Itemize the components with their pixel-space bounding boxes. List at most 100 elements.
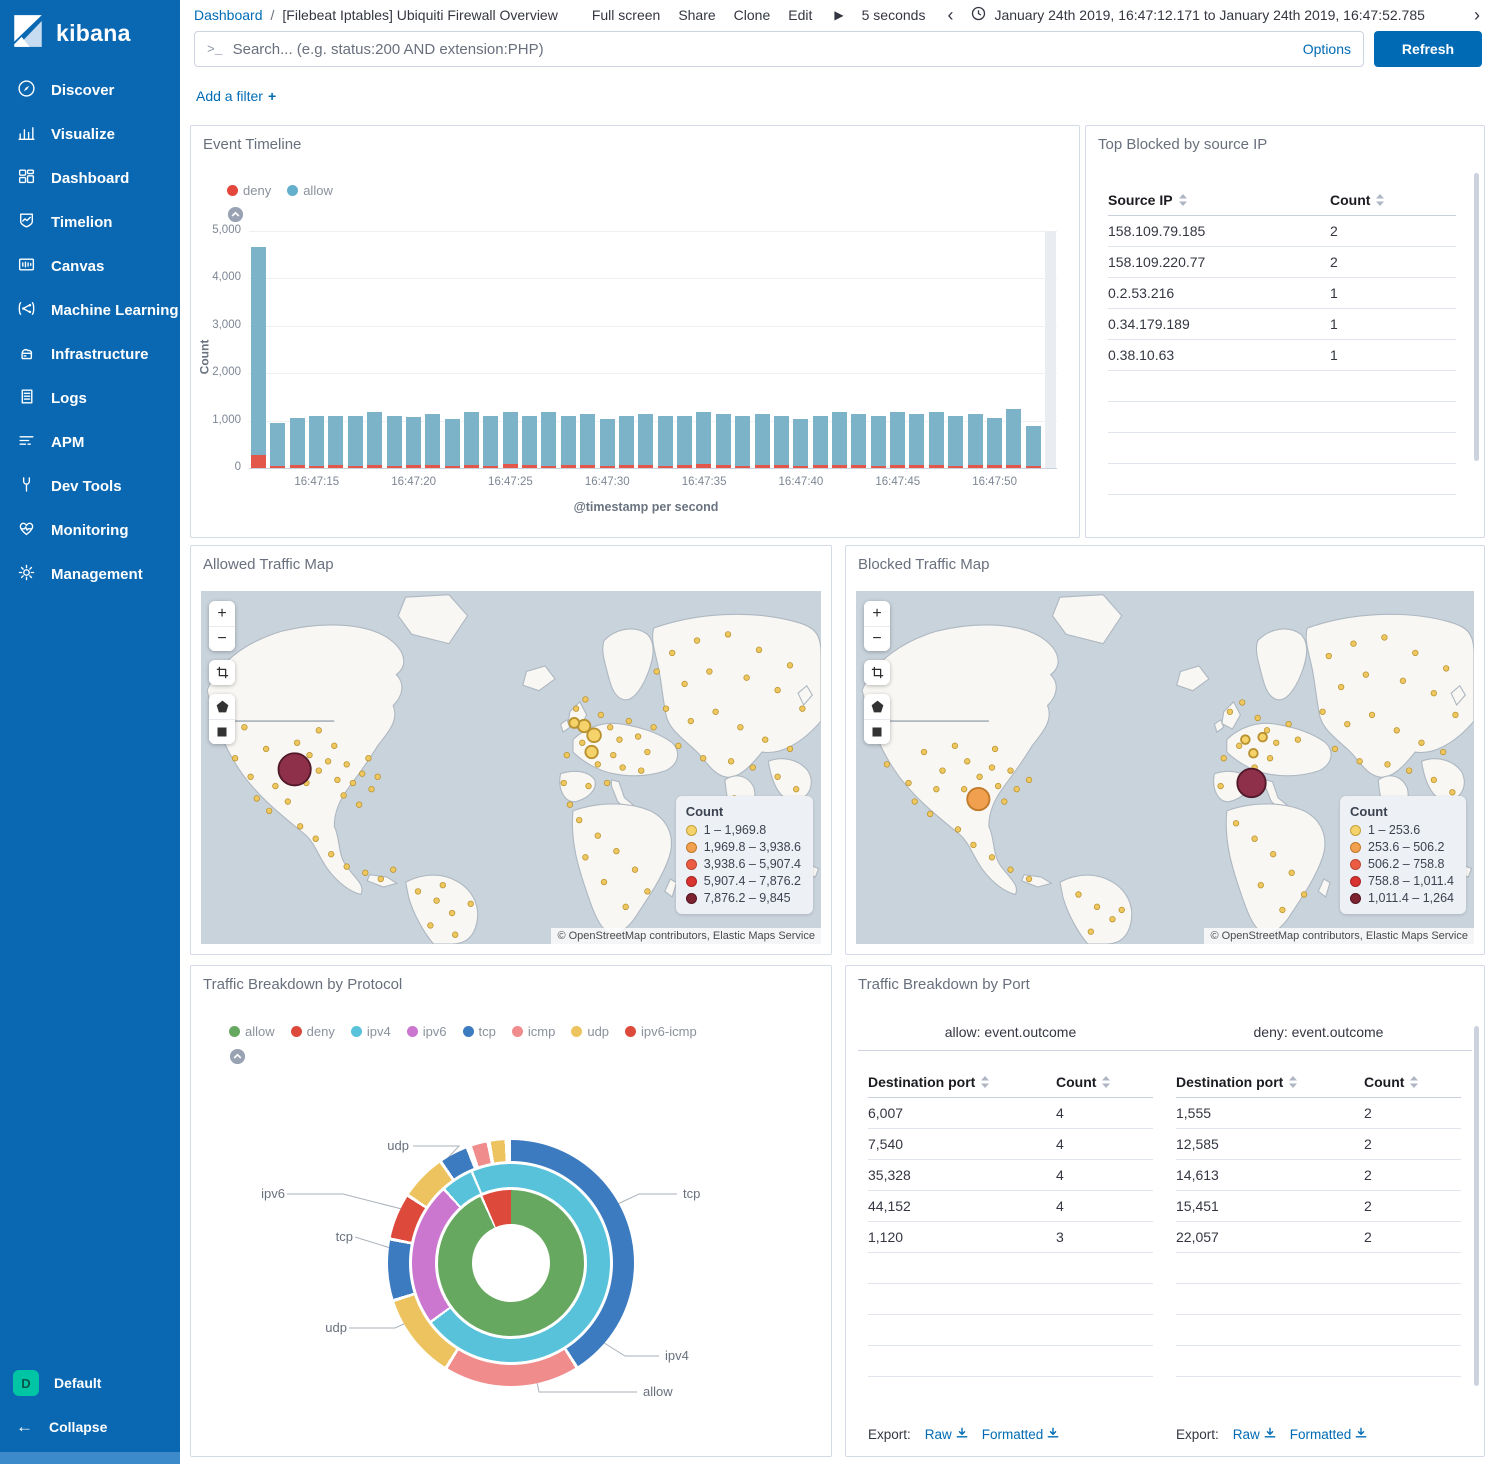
- bar-deny[interactable]: [987, 465, 1002, 468]
- zoom-in-button[interactable]: +: [864, 601, 890, 626]
- collapse-button[interactable]: ← Collapse: [0, 1406, 180, 1448]
- bar-allow[interactable]: [948, 416, 963, 465]
- bar-deny[interactable]: [348, 466, 363, 468]
- bar-allow[interactable]: [425, 414, 440, 465]
- bar-deny[interactable]: [658, 466, 673, 468]
- bar-allow[interactable]: [328, 416, 343, 465]
- search-input[interactable]: [233, 41, 1293, 58]
- space-switcher-default[interactable]: D Default: [0, 1360, 180, 1406]
- legend-toggle-icon[interactable]: [227, 206, 244, 223]
- bar-deny[interactable]: [909, 465, 924, 468]
- bar-allow[interactable]: [716, 414, 731, 465]
- sidebar-item-management[interactable]: Management: [0, 552, 180, 596]
- bar-allow[interactable]: [968, 414, 983, 465]
- bar-allow[interactable]: [445, 419, 460, 466]
- refresh-button[interactable]: Refresh: [1374, 31, 1482, 67]
- bar-allow[interactable]: [871, 416, 886, 465]
- time-forward-icon[interactable]: ›: [1474, 6, 1480, 24]
- bar-allow[interactable]: [658, 416, 673, 465]
- legend-item-deny[interactable]: deny: [227, 183, 271, 198]
- bar-deny[interactable]: [929, 465, 944, 468]
- bar-allow[interactable]: [600, 419, 615, 466]
- bar-allow[interactable]: [890, 412, 905, 466]
- fit-bounds-icon[interactable]: [864, 660, 890, 685]
- bar-deny[interactable]: [367, 465, 382, 468]
- bar-allow[interactable]: [503, 412, 518, 465]
- bar-deny[interactable]: [696, 464, 711, 468]
- menu-item-share[interactable]: Share: [678, 7, 715, 23]
- bar-deny[interactable]: [716, 465, 731, 468]
- bar-allow[interactable]: [987, 418, 1002, 464]
- bar-deny[interactable]: [270, 466, 285, 468]
- bar-allow[interactable]: [832, 412, 847, 466]
- bar-deny[interactable]: [755, 465, 770, 468]
- column-header[interactable]: Destination port: [868, 1074, 1056, 1090]
- bar-allow[interactable]: [290, 418, 305, 465]
- bar-deny[interactable]: [483, 466, 498, 468]
- bar-allow[interactable]: [677, 416, 692, 465]
- menu-item-edit[interactable]: Edit: [788, 7, 812, 23]
- bar-allow[interactable]: [309, 416, 324, 465]
- bar-allow[interactable]: [483, 416, 498, 465]
- column-header[interactable]: Count: [1364, 1074, 1461, 1090]
- bar-deny[interactable]: [600, 466, 615, 468]
- allowed-map-canvas[interactable]: + −: [201, 591, 821, 944]
- bar-allow[interactable]: [1026, 426, 1041, 466]
- bar-allow[interactable]: [851, 414, 866, 465]
- play-refresh-icon[interactable]: ▶: [834, 8, 843, 22]
- column-header[interactable]: Source IP: [1108, 192, 1330, 208]
- bar-deny[interactable]: [638, 465, 653, 468]
- sidebar-item-canvas[interactable]: Canvas: [0, 244, 180, 288]
- bar-allow[interactable]: [406, 417, 421, 466]
- refresh-interval[interactable]: 5 seconds: [862, 7, 926, 23]
- draw-rectangle-icon[interactable]: [864, 719, 890, 744]
- bar-deny[interactable]: [464, 465, 479, 468]
- bar-deny[interactable]: [561, 465, 576, 468]
- bar-allow[interactable]: [813, 416, 828, 465]
- sidebar-item-dashboard[interactable]: Dashboard: [0, 156, 180, 200]
- sidebar-item-dev-tools[interactable]: Dev Tools: [0, 464, 180, 508]
- add-filter-link[interactable]: Add a filter+: [196, 88, 276, 104]
- draw-polygon-icon[interactable]: [864, 694, 890, 719]
- bar-allow[interactable]: [793, 419, 808, 466]
- export-formatted-link[interactable]: Formatted: [1290, 1427, 1368, 1442]
- bar-allow[interactable]: [1006, 409, 1021, 466]
- bar-allow[interactable]: [929, 412, 944, 465]
- export-raw-link[interactable]: Raw: [1233, 1427, 1276, 1442]
- bar-deny[interactable]: [1026, 466, 1041, 468]
- bar-deny[interactable]: [1006, 465, 1021, 468]
- scrollbar[interactable]: [1474, 1026, 1479, 1386]
- bar-deny[interactable]: [251, 455, 266, 468]
- bar-deny[interactable]: [948, 466, 963, 468]
- fit-bounds-icon[interactable]: [209, 660, 235, 685]
- bar-allow[interactable]: [561, 416, 576, 465]
- bar-allow[interactable]: [909, 414, 924, 465]
- bar-allow[interactable]: [619, 416, 634, 465]
- sidebar-item-timelion[interactable]: Timelion: [0, 200, 180, 244]
- bar-allow[interactable]: [522, 416, 537, 465]
- draw-polygon-icon[interactable]: [209, 694, 235, 719]
- legend-item-allow[interactable]: allow: [287, 183, 333, 198]
- scrollbar[interactable]: [1474, 173, 1479, 461]
- bar-allow[interactable]: [464, 412, 479, 466]
- blocked-map-canvas[interactable]: + −: [856, 591, 1474, 944]
- bar-deny[interactable]: [445, 466, 460, 468]
- bar-allow[interactable]: [387, 416, 402, 465]
- bar-deny[interactable]: [871, 466, 886, 468]
- time-back-icon[interactable]: ‹: [947, 6, 953, 24]
- bar-deny[interactable]: [387, 466, 402, 468]
- bar-deny[interactable]: [580, 465, 595, 468]
- column-header[interactable]: Destination port: [1176, 1074, 1364, 1090]
- bar-deny[interactable]: [328, 465, 343, 468]
- zoom-in-button[interactable]: +: [209, 601, 235, 626]
- zoom-out-button[interactable]: −: [209, 626, 235, 651]
- bar-deny[interactable]: [832, 465, 847, 468]
- bar-deny[interactable]: [406, 465, 421, 468]
- bar-allow[interactable]: [696, 412, 711, 465]
- bar-deny[interactable]: [851, 465, 866, 468]
- bar-deny[interactable]: [290, 465, 305, 468]
- sidebar-item-apm[interactable]: APM: [0, 420, 180, 464]
- bar-deny[interactable]: [541, 466, 556, 468]
- export-raw-link[interactable]: Raw: [925, 1427, 968, 1442]
- bar-deny[interactable]: [503, 464, 518, 468]
